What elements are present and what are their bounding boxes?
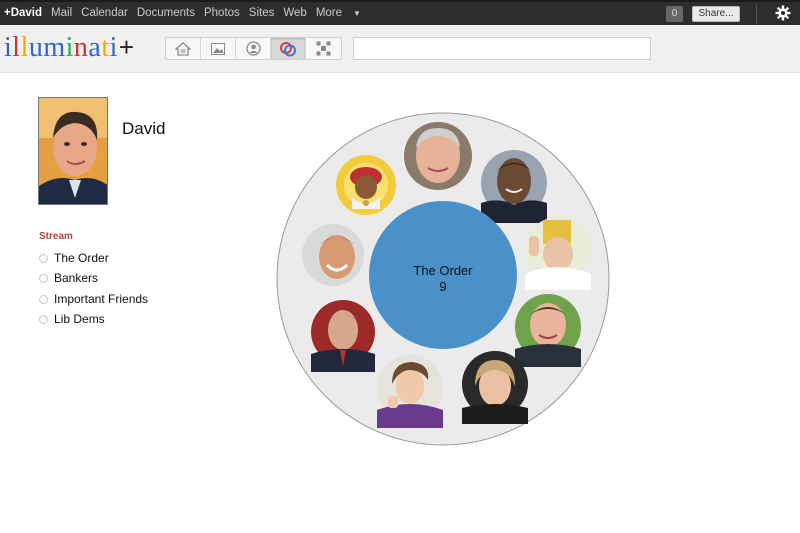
circle-name: The Order [413, 263, 473, 278]
logo-letter: n [73, 32, 89, 63]
stream-item-label: Important Friends [54, 292, 149, 306]
header: illuminati+ [0, 25, 800, 73]
gear-icon[interactable] [773, 5, 793, 25]
nav-mail[interactable]: Mail [51, 7, 72, 19]
top-bar: +David Mail Calendar Documents Photos Si… [0, 0, 800, 25]
member-avatar[interactable] [462, 351, 528, 424]
nav-web[interactable]: Web [283, 7, 306, 19]
member-avatar[interactable] [336, 155, 396, 215]
profile-photo[interactable] [38, 97, 108, 205]
search-input[interactable] [353, 37, 651, 60]
stream-item-bankers[interactable]: Bankers [39, 271, 98, 285]
member-avatar[interactable] [515, 294, 581, 367]
logo-plus: + [118, 32, 135, 62]
radio-icon[interactable] [39, 294, 48, 304]
circle-count: 9 [439, 279, 446, 294]
member-avatar[interactable] [404, 122, 472, 190]
profile-name: David [122, 119, 166, 138]
photos-icon[interactable] [201, 38, 236, 59]
circle-widget[interactable]: The Order 9 [276, 112, 610, 446]
share-button[interactable]: Share... [692, 6, 740, 22]
stream-item-label: Lib Dems [54, 312, 105, 326]
radio-icon[interactable] [39, 253, 48, 263]
member-avatar[interactable] [525, 217, 591, 290]
logo-letter: a [88, 32, 102, 63]
nav-more-label: More [315, 7, 343, 19]
logo-letter: i [65, 32, 74, 63]
nav-more[interactable]: More ▼ [316, 7, 370, 19]
circle-graphic: The Order 9 [276, 112, 610, 446]
app-toolbar [165, 37, 342, 60]
stream-heading: Stream [39, 231, 73, 242]
nav-sites[interactable]: Sites [249, 7, 275, 19]
radio-icon[interactable] [39, 273, 48, 283]
logo-letter: u [28, 32, 44, 63]
stream-item-label: Bankers [54, 271, 99, 285]
nav-calendar[interactable]: Calendar [81, 7, 128, 19]
logo-letter: t [101, 32, 110, 63]
stream-item-label: The Order [54, 251, 109, 265]
logo-letter: l [12, 32, 21, 63]
logo-text: illuminati [4, 32, 118, 63]
logo[interactable]: illuminati+ [4, 32, 135, 64]
home-icon[interactable] [166, 38, 201, 59]
radio-icon[interactable] [39, 314, 48, 324]
circles-icon[interactable] [271, 38, 306, 59]
top-nav: +David Mail Calendar Documents Photos Si… [4, 7, 379, 19]
logo-letter: i [109, 32, 118, 63]
caret-down-icon: ▼ [353, 9, 361, 18]
profile-icon[interactable] [236, 38, 271, 59]
stream-item-the-order[interactable]: The Order [39, 251, 109, 265]
divider [756, 5, 757, 24]
member-avatar[interactable] [481, 150, 547, 223]
nav-profile[interactable]: +David [4, 7, 42, 19]
nav-photos[interactable]: Photos [204, 7, 240, 19]
games-icon[interactable] [306, 38, 341, 59]
nav-documents[interactable]: Documents [137, 7, 195, 19]
logo-letter: l [20, 32, 29, 63]
member-avatar[interactable] [302, 224, 364, 286]
member-avatar[interactable] [311, 300, 375, 372]
notification-count[interactable]: 0 [666, 6, 683, 22]
stream-item-important-friends[interactable]: Important Friends [39, 292, 148, 306]
member-avatar[interactable] [377, 355, 443, 428]
logo-letter: m [43, 32, 66, 63]
stream-item-lib-dems[interactable]: Lib Dems [39, 312, 105, 326]
